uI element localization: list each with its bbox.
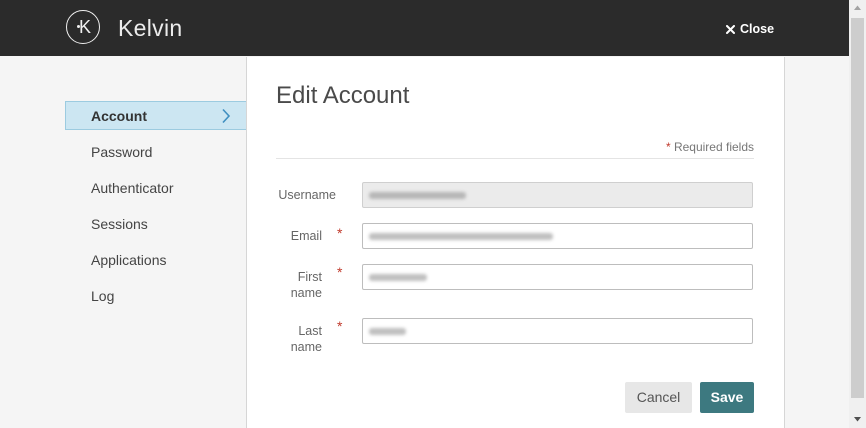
sidebar-item-log[interactable]: Log xyxy=(91,286,114,306)
chevron-right-icon xyxy=(222,108,231,124)
scroll-down-arrow-icon[interactable] xyxy=(849,411,866,428)
sidebar-item-applications[interactable]: Applications xyxy=(91,250,167,270)
required-fields-note: * Required fields xyxy=(560,140,754,154)
required-marker: * xyxy=(337,318,343,334)
required-marker: * xyxy=(665,140,671,154)
last-name-label: Last name xyxy=(290,324,322,354)
app-name: Kelvin xyxy=(118,15,183,41)
close-button[interactable]: Close xyxy=(726,21,774,37)
redacted-value xyxy=(369,328,406,335)
required-marker: * xyxy=(337,264,343,280)
email-field[interactable] xyxy=(362,223,753,249)
sidebar-item-authenticator[interactable]: Authenticator xyxy=(91,178,174,198)
page-title: Edit Account xyxy=(276,82,410,109)
username-label: Username xyxy=(278,188,336,202)
email-label: Email xyxy=(290,229,322,243)
close-icon xyxy=(726,25,735,34)
redacted-value xyxy=(369,192,466,199)
logo-letter: K xyxy=(78,17,91,37)
username-field xyxy=(362,182,753,208)
save-button[interactable]: Save xyxy=(700,382,754,413)
last-name-field[interactable] xyxy=(362,318,753,344)
scrollbar-thumb[interactable] xyxy=(851,18,864,398)
divider xyxy=(276,158,754,159)
close-label: Close xyxy=(740,22,775,36)
first-name-field[interactable] xyxy=(362,264,753,290)
first-name-label: First name xyxy=(290,270,322,300)
redacted-value xyxy=(369,233,553,240)
required-note-text: Required fields xyxy=(673,140,754,154)
sidebar-item-password[interactable]: Password xyxy=(91,142,152,162)
scroll-up-arrow-icon[interactable] xyxy=(849,0,866,17)
sidebar-item-label: Account xyxy=(91,108,147,124)
cancel-button[interactable]: Cancel xyxy=(625,382,692,413)
required-marker: * xyxy=(337,225,343,241)
sidebar-item-sessions[interactable]: Sessions xyxy=(91,214,148,234)
redacted-value xyxy=(369,274,427,281)
